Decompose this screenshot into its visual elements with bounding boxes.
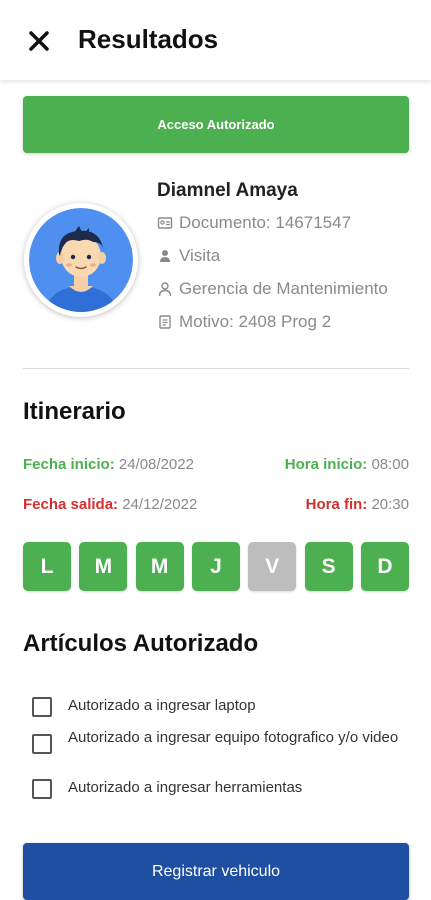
weekday-selector: L M M J V S D <box>23 542 409 591</box>
person-name: Diamnel Amaya <box>157 180 298 201</box>
department-text: Gerencia de Mantenimiento <box>179 279 388 298</box>
article-camera-checkbox[interactable] <box>32 734 52 754</box>
day-friday[interactable]: V <box>248 542 297 591</box>
visit-type-text: Visita <box>179 246 221 265</box>
end-date-value: 24/12/2022 <box>122 496 198 513</box>
start-date-value: 24/08/2022 <box>118 456 194 473</box>
end-time-label: Hora fin: <box>305 496 368 513</box>
close-icon <box>29 31 49 51</box>
access-status-button[interactable]: Acceso Autorizado <box>23 96 409 153</box>
start-time-label: Hora inicio: <box>284 456 368 473</box>
document-icon <box>159 315 171 329</box>
document-row: Documento: 14671547 <box>157 213 351 233</box>
end-time-value: 20:30 <box>371 496 409 513</box>
department-row: Gerencia de Mantenimiento <box>157 279 388 299</box>
article-camera-label: Autorizado a ingresar equipo fotografico… <box>68 729 399 746</box>
avatar-illustration <box>29 208 133 312</box>
person-icon <box>158 282 172 297</box>
article-laptop-row[interactable]: Autorizado a ingresar laptop <box>32 696 418 717</box>
page-title: Resultados <box>78 24 219 54</box>
register-vehicle-button[interactable]: Registrar vehiculo <box>23 843 409 900</box>
day-tuesday[interactable]: M <box>79 542 128 591</box>
day-monday[interactable]: L <box>23 542 71 591</box>
article-tools-row[interactable]: Autorizado a ingresar herramientas <box>32 778 418 799</box>
day-saturday[interactable]: S <box>304 542 353 591</box>
start-time-value: 08:00 <box>371 456 409 473</box>
avatar <box>24 203 138 317</box>
start-date-label: Fecha inicio: <box>23 456 115 473</box>
start-time: Hora inicio: 08:00 <box>285 456 409 473</box>
close-button[interactable] <box>24 26 54 56</box>
day-sunday[interactable]: D <box>360 542 409 591</box>
divider <box>23 368 409 369</box>
visitor-icon <box>160 250 170 262</box>
end-date: Fecha salida: 24/12/2022 <box>23 496 197 513</box>
app-bar: Resultados <box>0 0 431 80</box>
end-date-label: Fecha salida: <box>23 496 119 513</box>
reason-text: Motivo: 2408 Prog 2 <box>179 312 332 331</box>
itinerary-title: Itinerario <box>23 398 126 425</box>
article-laptop-label: Autorizado a ingresar laptop <box>68 697 256 714</box>
day-thursday[interactable]: J <box>191 542 240 591</box>
start-date: Fecha inicio: 24/08/2022 <box>23 456 194 473</box>
document-text: Documento: 14671547 <box>179 213 352 232</box>
reason-row: Motivo: 2408 Prog 2 <box>157 312 331 332</box>
article-tools-label: Autorizado a ingresar herramientas <box>68 779 303 796</box>
id-card-icon <box>157 217 173 229</box>
visit-type-row: Visita <box>157 246 220 266</box>
end-time: Hora fin: 20:30 <box>306 496 409 513</box>
day-wednesday[interactable]: M <box>135 542 184 591</box>
articles-title: Artículos Autorizado <box>23 630 259 657</box>
article-tools-checkbox[interactable] <box>32 779 52 799</box>
article-camera-row[interactable]: Autorizado a ingresar equipo fotografico… <box>32 728 418 754</box>
article-laptop-checkbox[interactable] <box>32 697 52 717</box>
